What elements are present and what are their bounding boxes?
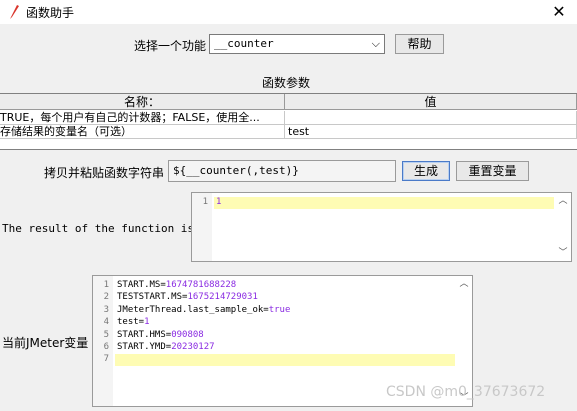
column-header-name[interactable]: 名称：	[0, 94, 285, 110]
result-line: 1	[216, 197, 222, 207]
variable-key: START.MS=	[117, 280, 166, 290]
watermark: CSDN @m0_37673672	[386, 384, 546, 400]
result-text-area[interactable]: 1 1 ︿ ﹀	[191, 192, 572, 262]
line-number: 6	[103, 342, 109, 352]
variable-key: START.YMD=	[117, 342, 172, 352]
function-select-label: 选择一个功能	[134, 39, 207, 53]
function-string-label: 拷贝并粘贴函数字符串	[44, 166, 165, 180]
line-number: 7	[103, 354, 109, 365]
variable-key: JMeterThread.last_sample_ok=	[117, 304, 269, 315]
param-name-cell[interactable]: TRUE，每个用户有自己的计数器；FALSE，使用全...	[0, 111, 285, 125]
function-string-field[interactable]: ${__counter(,test)}	[168, 160, 396, 182]
scroll-up-icon[interactable]: ︿	[458, 278, 470, 290]
variable-value: 1	[144, 317, 150, 328]
app-feather-icon	[10, 5, 19, 19]
current-line-highlight	[214, 197, 554, 209]
line-number: 3	[103, 304, 109, 315]
result-label: The result of the function is	[2, 222, 195, 235]
variable-value: 090808	[171, 329, 204, 340]
scroll-up-icon[interactable]: ︿	[557, 195, 569, 207]
line-number: 2	[103, 292, 109, 303]
variable-key: START.HMS=	[117, 329, 172, 340]
param-value-cell[interactable]	[285, 111, 577, 125]
scroll-down-icon[interactable]: ﹀	[557, 247, 569, 259]
function-dropdown[interactable]: __counter ⌵	[209, 34, 385, 54]
title-bar	[0, 0, 577, 24]
variable-value: 20230127	[171, 342, 215, 352]
params-section-title: 函数参数	[262, 76, 311, 90]
column-header-value[interactable]: 值	[285, 94, 577, 110]
jmeter-variables-label: 当前JMeter变量	[2, 336, 89, 350]
variable-line: test=1	[117, 317, 150, 327]
variable-line: START.YMD=20230127	[117, 342, 215, 352]
chevron-down-icon: ⌵	[371, 37, 380, 50]
variable-line: START.MS=1674781688228	[117, 280, 236, 290]
line-number: 1	[103, 280, 109, 290]
variable-key: TESTSTART.MS=	[117, 292, 188, 303]
help-button[interactable]: 帮助	[395, 34, 444, 54]
param-name-cell[interactable]: 存储结果的变量名（可选）	[0, 125, 285, 139]
variable-line: JMeterThread.last_sample_ok=true	[117, 305, 290, 315]
variable-line: START.HMS=090808	[117, 330, 204, 340]
function-dropdown-value: __counter	[214, 37, 274, 50]
variable-line: TESTSTART.MS=1675214729031	[117, 292, 258, 302]
reset-variables-button[interactable]: 重置变量	[456, 161, 529, 181]
close-icon[interactable]: ✕	[549, 2, 569, 22]
line-number: 4	[103, 317, 109, 328]
variable-value: 1675214729031	[187, 292, 258, 303]
line-number: 1	[202, 197, 208, 207]
variable-value: true	[268, 304, 291, 315]
generate-button[interactable]: 生成	[402, 161, 450, 181]
line-number: 5	[103, 329, 109, 340]
window-title: 函数助手	[26, 6, 75, 20]
variable-value: 1674781688228	[165, 280, 237, 290]
current-line-highlight	[115, 354, 455, 366]
variable-key: test=	[117, 317, 145, 328]
params-table: 名称： 值 TRUE，每个用户有自己的计数器；FALSE，使用全... 存储结果…	[0, 93, 577, 150]
param-value-cell[interactable]: test	[285, 125, 577, 139]
